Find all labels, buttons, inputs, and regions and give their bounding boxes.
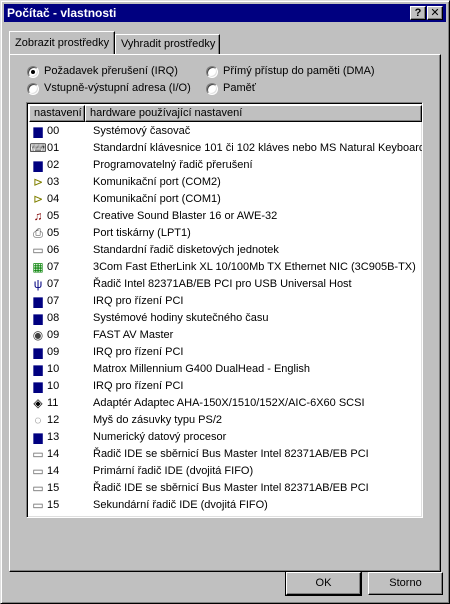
help-button[interactable]: ? <box>410 6 426 20</box>
radio-circle[interactable] <box>206 83 218 95</box>
properties-window: Počítač - vlastnosti ? ✕ Zobrazit prostř… <box>0 0 450 604</box>
radio-label: Přímý přístup do paměti (DMA) <box>223 65 375 77</box>
radio-circle[interactable] <box>27 66 39 78</box>
radio-label: Vstupně-výstupní adresa (I/O) <box>44 82 191 94</box>
tab-label: Vyhradit prostředky <box>121 38 216 50</box>
radio-label: Paměť <box>223 82 256 94</box>
tab-panel: Požadavek přerušení (IRQ) Přímý přístup … <box>9 54 441 572</box>
cancel-button[interactable]: Storno <box>368 572 443 595</box>
radio-memory[interactable]: Paměť <box>206 82 286 97</box>
radio-selected-dot <box>31 70 35 74</box>
radio-circle[interactable] <box>206 66 218 78</box>
radio-io[interactable]: Vstupně-výstupní adresa (I/O) <box>27 82 202 97</box>
close-button[interactable]: ✕ <box>427 6 443 20</box>
ok-button[interactable]: OK <box>285 571 362 596</box>
radio-irq[interactable]: Požadavek přerušení (IRQ) <box>27 65 202 80</box>
radio-dma[interactable]: Přímý přístup do paměti (DMA) <box>206 65 396 80</box>
window-title: Počítač - vlastnosti <box>7 6 117 20</box>
tab-label: Zobrazit prostředky <box>15 37 110 49</box>
tab-view-resources[interactable]: Zobrazit prostředky <box>9 31 115 54</box>
radio-label: Požadavek přerušení (IRQ) <box>44 65 178 77</box>
tab-reserve-resources[interactable]: Vyhradit prostředky <box>115 34 220 54</box>
title-bar[interactable]: Počítač - vlastnosti ? ✕ <box>4 4 446 22</box>
radio-circle[interactable] <box>27 83 39 95</box>
